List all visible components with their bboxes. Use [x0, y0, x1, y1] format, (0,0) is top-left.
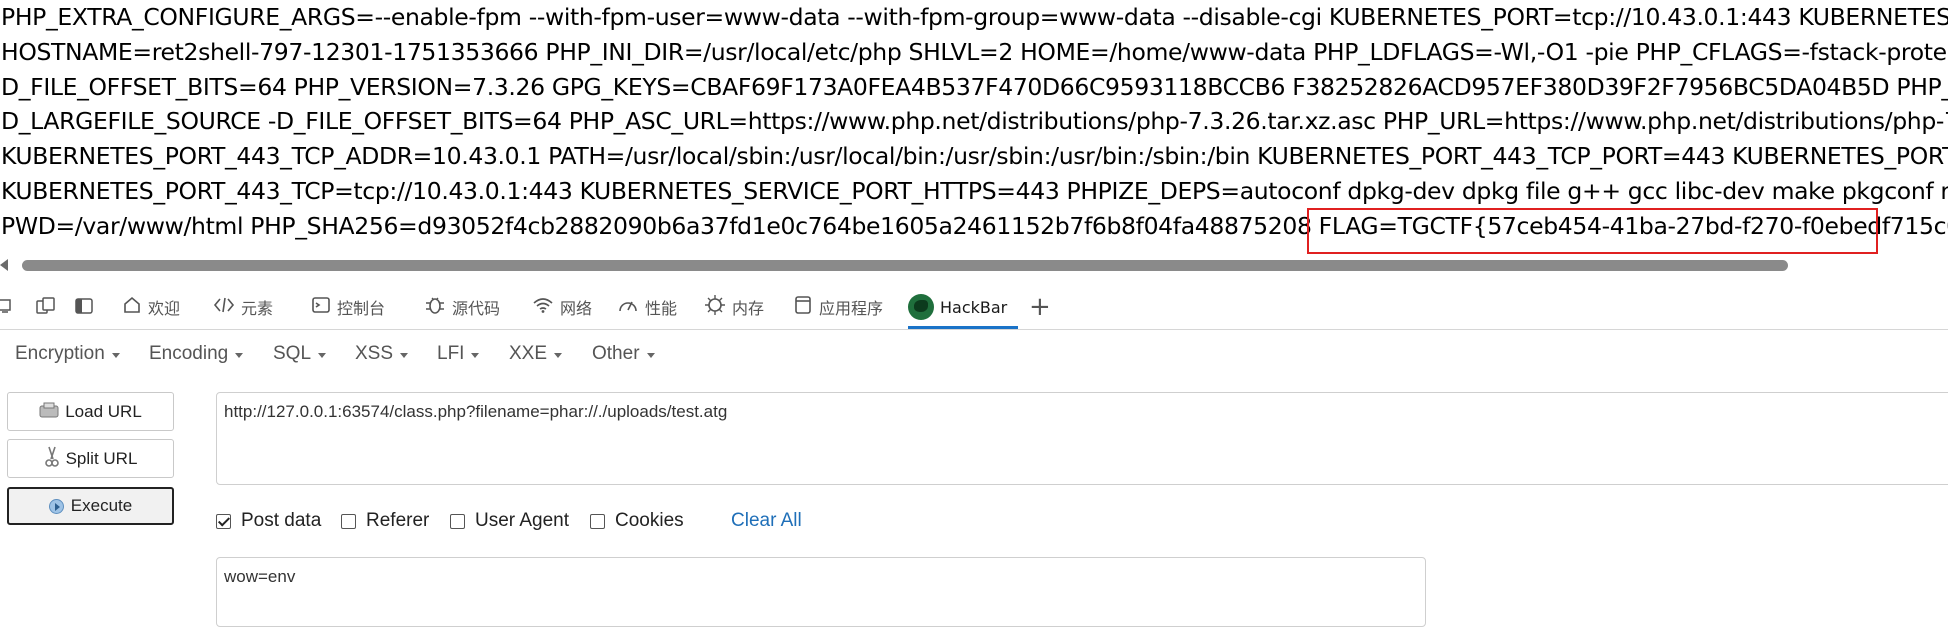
dock-side-icon[interactable] [75, 295, 93, 317]
checkbox-label: Referer [366, 510, 430, 531]
gauge-icon [617, 296, 639, 318]
device-toolbar-icon[interactable] [0, 295, 18, 317]
url-input[interactable]: http://127.0.0.1:63574/class.php?filenam… [216, 392, 1948, 485]
flag-highlight-box [1307, 208, 1878, 254]
caret-down-icon [318, 353, 327, 358]
tab-elements[interactable]: 元素 [213, 289, 273, 325]
devtools-tab-strip: 欢迎 元素 控制台 源代码 网络 性能 内存 应用程序 HackBar + [0, 285, 1948, 330]
caret-down-icon [235, 353, 244, 358]
split-url-button[interactable]: Split URL [7, 439, 174, 478]
menu-xss[interactable]: XSS [355, 343, 409, 365]
menu-lfi[interactable]: LFI [437, 343, 480, 365]
menu-label: LFI [437, 343, 465, 364]
user-agent-checkbox[interactable]: User Agent [450, 510, 569, 532]
output-line: D_LARGEFILE_SOURCE -D_FILE_OFFSET_BITS=6… [1, 107, 1948, 136]
tab-memory[interactable]: 内存 [704, 289, 764, 325]
checkbox-unchecked-icon[interactable] [341, 513, 356, 529]
tab-welcome[interactable]: 欢迎 [122, 289, 180, 325]
tab-performance[interactable]: 性能 [617, 289, 677, 325]
menu-encoding[interactable]: Encoding [149, 343, 244, 365]
caret-down-icon [554, 353, 563, 358]
post-data-checkbox[interactable]: Post data [216, 510, 321, 532]
caret-down-icon [111, 353, 120, 358]
checkbox-label: User Agent [475, 510, 569, 531]
scrollbar-thumb[interactable] [22, 260, 1788, 271]
tab-console[interactable]: 控制台 [311, 289, 385, 325]
button-label: Execute [70, 496, 133, 515]
tab-network[interactable]: 网络 [532, 289, 592, 325]
output-line: KUBERNETES_PORT_443_TCP_ADDR=10.43.0.1 P… [1, 142, 1948, 171]
menu-other[interactable]: Other [592, 343, 655, 365]
tab-label: HackBar [940, 297, 1008, 317]
menu-label: XXE [509, 343, 548, 364]
hackbar-menu-bar: Encryption Encoding SQL XSS LFI XXE Othe… [0, 333, 1948, 377]
bug-icon [424, 295, 446, 319]
menu-label: Encryption [15, 343, 105, 364]
cookies-checkbox[interactable]: Cookies [590, 510, 684, 532]
menu-label: Other [592, 343, 640, 364]
tab-sources[interactable]: 源代码 [424, 289, 500, 325]
output-line: PHP_EXTRA_CONFIGURE_ARGS=--enable-fpm --… [1, 3, 1948, 31]
checkbox-label: Post data [241, 510, 322, 531]
console-icon [311, 295, 331, 319]
output-line: D_FILE_OFFSET_BITS=64 PHP_VERSION=7.3.26… [1, 72, 1948, 101]
caret-down-icon [471, 353, 480, 358]
referer-checkbox[interactable]: Referer [341, 510, 429, 532]
url-value: http://127.0.0.1:63574/class.php?filenam… [224, 402, 728, 421]
code-icon [213, 296, 235, 318]
output-line: HOSTNAME=ret2shell-797-12301-1751353666 … [1, 37, 1948, 66]
execute-button[interactable]: Execute [7, 487, 174, 525]
tab-label: 内存 [732, 299, 765, 318]
checkbox-checked-icon[interactable] [216, 513, 231, 529]
clear-all-link[interactable]: Clear All [731, 510, 802, 532]
add-tab-button[interactable]: + [1029, 289, 1051, 325]
tab-label: 网络 [560, 299, 593, 318]
tab-label: 控制台 [337, 299, 386, 318]
tab-label: 应用程序 [819, 299, 884, 318]
post-data-input[interactable]: wow=env [216, 557, 1426, 627]
button-label: Split URL [65, 448, 138, 468]
tab-application[interactable]: 应用程序 [793, 289, 883, 325]
menu-sql[interactable]: SQL [273, 343, 327, 365]
load-icon [39, 402, 59, 422]
caret-down-icon [400, 353, 409, 358]
tab-label: 欢迎 [148, 299, 181, 318]
home-icon [122, 295, 142, 319]
menu-encryption[interactable]: Encryption [15, 343, 120, 365]
chip-icon [704, 294, 726, 320]
tab-hackbar[interactable]: HackBar [908, 289, 1018, 329]
device-emulation-icon[interactable] [36, 295, 56, 317]
menu-label: XSS [355, 343, 394, 364]
play-icon [48, 498, 64, 514]
load-url-button[interactable]: Load URL [7, 392, 174, 431]
hackbar-logo-icon [908, 294, 934, 320]
menu-label: Encoding [149, 343, 229, 364]
tab-label: 源代码 [452, 299, 501, 318]
menu-xxe[interactable]: XXE [509, 343, 563, 365]
wifi-icon [532, 296, 554, 318]
checkbox-unchecked-icon[interactable] [450, 513, 465, 529]
scroll-left-arrow-icon[interactable] [0, 259, 8, 271]
checkbox-unchecked-icon[interactable] [590, 513, 605, 529]
post-data-value: wow=env [224, 567, 296, 586]
tab-label: 性能 [645, 299, 678, 318]
app-icon [793, 295, 813, 319]
tab-label: 元素 [241, 299, 274, 318]
menu-label: SQL [273, 343, 312, 364]
checkbox-label: Cookies [615, 510, 684, 531]
output-line: KUBERNETES_PORT_443_TCP=tcp://10.43.0.1:… [1, 176, 1948, 205]
horizontal-scrollbar[interactable] [0, 257, 1948, 273]
button-label: Load URL [65, 401, 142, 421]
scissors-icon [44, 446, 60, 472]
caret-down-icon [646, 353, 655, 358]
